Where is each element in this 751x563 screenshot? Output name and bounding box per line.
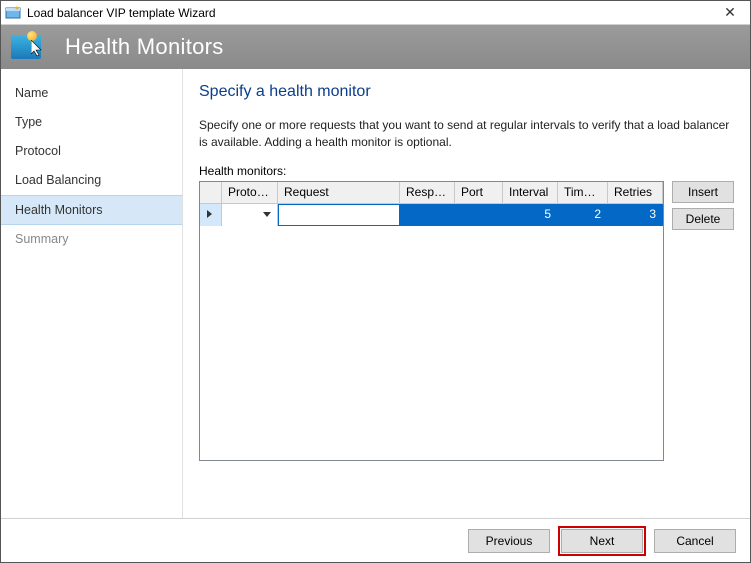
cell-response[interactable]: [400, 204, 455, 226]
grid-header: Protocol Request Respo... Port Interval …: [200, 182, 663, 204]
previous-button[interactable]: Previous: [468, 529, 550, 553]
col-response[interactable]: Respo...: [400, 182, 455, 203]
table-row[interactable]: 5 2 3: [200, 204, 663, 226]
page-heading: Specify a health monitor: [199, 83, 734, 101]
col-retries[interactable]: Retries: [608, 182, 663, 203]
next-button-highlight: Next: [558, 526, 646, 556]
page-description: Specify one or more requests that you wa…: [199, 117, 734, 152]
window-title: Load balancer VIP template Wizard: [27, 6, 710, 20]
sidebar-item-type[interactable]: Type: [1, 108, 182, 137]
wizard-steps-sidebar: Name Type Protocol Load Balancing Health…: [1, 69, 183, 518]
main-panel: Specify a health monitor Specify one or …: [183, 69, 750, 518]
insert-button[interactable]: Insert: [672, 181, 734, 203]
titlebar: Load balancer VIP template Wizard ✕: [1, 1, 750, 25]
grid-label: Health monitors:: [199, 164, 734, 178]
sidebar-item-health-monitors[interactable]: Health Monitors: [1, 195, 182, 225]
col-protocol[interactable]: Protocol: [222, 182, 278, 203]
col-port[interactable]: Port: [455, 182, 503, 203]
row-header-corner: [200, 182, 222, 203]
wizard-banner: Health Monitors: [1, 25, 750, 69]
close-icon[interactable]: ✕: [710, 1, 750, 25]
cell-retries[interactable]: 3: [608, 204, 663, 226]
cursor-icon: [31, 40, 47, 60]
col-timeout[interactable]: Time-...: [558, 182, 608, 203]
grid-side-buttons: Insert Delete: [672, 181, 734, 461]
health-monitors-grid[interactable]: Protocol Request Respo... Port Interval …: [199, 181, 664, 461]
grid-area: Protocol Request Respo... Port Interval …: [199, 181, 734, 461]
cell-timeout[interactable]: 2: [558, 204, 608, 226]
next-button[interactable]: Next: [561, 529, 643, 553]
banner-title: Health Monitors: [65, 34, 224, 60]
cell-port[interactable]: [455, 204, 503, 226]
row-selector-icon[interactable]: [200, 204, 222, 226]
sidebar-item-summary[interactable]: Summary: [1, 225, 182, 254]
chevron-down-icon: [263, 212, 271, 217]
cancel-button[interactable]: Cancel: [654, 529, 736, 553]
sidebar-item-protocol[interactable]: Protocol: [1, 137, 182, 166]
delete-button[interactable]: Delete: [672, 208, 734, 230]
col-interval[interactable]: Interval: [503, 182, 558, 203]
app-icon: [5, 5, 21, 21]
wizard-footer: Previous Next Cancel: [1, 518, 750, 562]
cell-interval[interactable]: 5: [503, 204, 558, 226]
wizard-body: Name Type Protocol Load Balancing Health…: [1, 69, 750, 518]
col-request[interactable]: Request: [278, 182, 400, 203]
sidebar-item-load-balancing[interactable]: Load Balancing: [1, 166, 182, 195]
cell-request-input[interactable]: [278, 204, 400, 226]
sidebar-item-name[interactable]: Name: [1, 79, 182, 108]
cell-protocol-dropdown[interactable]: [222, 204, 278, 226]
wizard-window: Load balancer VIP template Wizard ✕ Heal…: [0, 0, 751, 563]
